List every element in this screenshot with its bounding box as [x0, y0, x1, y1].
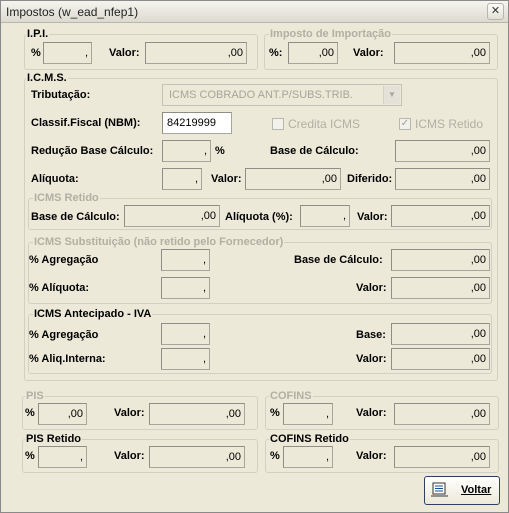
impostos-window: Impostos (w_ead_nfep1) ✕ I.P.I. % , Valo… [0, 0, 509, 513]
aliquota-input[interactable]: , [162, 168, 202, 190]
icms-retido-checkbox[interactable]: ✓ [399, 118, 411, 130]
antecipado-aliq-label: % Aliq.Interna: [29, 353, 106, 365]
credita-icms-label: Credita ICMS [288, 117, 361, 131]
chevron-down-icon[interactable]: ▼ [383, 86, 400, 104]
ipi-pct-input[interactable]: , [43, 42, 92, 64]
reducao-label: Redução Base Cálculo: [31, 145, 154, 157]
subst-agregacao-input[interactable]: , [161, 249, 210, 271]
tributacao-label: Tributação: [31, 89, 91, 101]
pis-retido-valor-label: Valor: [114, 450, 145, 462]
cofins-retido-valor-input[interactable]: ,00 [394, 446, 490, 468]
icms-retido-chk-label: ICMS Retido [415, 117, 484, 131]
reducao-input[interactable]: , [162, 140, 211, 162]
antecipado-base-label: Base: [356, 329, 386, 341]
reducao-pct-label: % [215, 145, 225, 157]
antecipado-valor-label: Valor: [356, 353, 387, 365]
ipi-pct-label: % [31, 47, 41, 59]
credita-icms-checkbox[interactable] [272, 118, 284, 130]
icms-title: I.C.M.S. [26, 72, 68, 84]
pis-retido-title: PIS Retido [25, 433, 83, 445]
icms-retido-title: ICMS Retido [33, 192, 100, 204]
cofins-valor-input[interactable]: ,00 [394, 403, 490, 425]
voltar-label: Voltar [461, 484, 492, 496]
retido-aliquota-input[interactable]: , [300, 205, 350, 227]
retido-base-input[interactable]: ,00 [124, 205, 220, 227]
pis-valor-label: Valor: [114, 407, 145, 419]
antecipado-aliq-input[interactable]: , [161, 348, 210, 370]
antecipado-agregacao-input[interactable]: , [161, 323, 210, 345]
retido-valor-input[interactable]: ,00 [391, 205, 490, 227]
cofins-pct-label: % [270, 407, 280, 419]
retido-base-label: Base de Cálculo: [31, 211, 120, 223]
tributacao-value: ICMS COBRADO ANT.P/SUBS.TRIB. [169, 89, 353, 101]
diferido-label: Diferido: [347, 173, 393, 185]
importacao-valor-input[interactable]: ,00 [394, 42, 490, 64]
retido-valor-label: Valor: [357, 211, 388, 223]
pis-retido-pct-label: % [25, 450, 35, 462]
antecipado-agregacao-label: % Agregação [29, 329, 99, 341]
cofins-retido-title: COFINS Retido [269, 433, 350, 445]
ipi-valor-input[interactable]: ,00 [145, 42, 247, 64]
tributacao-select[interactable]: ICMS COBRADO ANT.P/SUBS.TRIB. ▼ [162, 84, 402, 106]
document-list-icon [431, 482, 448, 497]
pis-retido-pct-input[interactable]: , [38, 446, 87, 468]
subst-aliquota-label: % Alíquota: [29, 282, 90, 294]
antecipado-base-input[interactable]: ,00 [391, 323, 490, 345]
retido-aliquota-label: Alíquota (%): [225, 211, 293, 223]
icms-base-input[interactable]: ,00 [395, 140, 490, 162]
subst-base-input[interactable]: ,00 [391, 249, 490, 271]
subst-base-label: Base de Cálculo: [294, 254, 383, 266]
diferido-input[interactable]: ,00 [395, 168, 490, 190]
subst-aliquota-input[interactable]: , [161, 277, 210, 299]
antecipado-valor-input[interactable]: ,00 [391, 348, 490, 370]
pis-pct-label: % [25, 407, 35, 419]
voltar-button[interactable]: Voltar [424, 476, 500, 505]
icms-subst-title: ICMS Substituição (não retido pelo Forne… [33, 236, 285, 248]
icms-valor-input[interactable]: ,00 [245, 168, 341, 190]
ipi-title: I.P.I. [26, 28, 50, 40]
aliquota-label: Alíquota: [31, 173, 79, 185]
icms-antecipado-title: ICMS Antecipado - IVA [33, 308, 153, 320]
importacao-title: Imposto de Importação [269, 28, 393, 40]
cofins-pct-input[interactable]: , [283, 403, 333, 425]
ipi-valor-label: Valor: [109, 47, 140, 59]
pis-valor-input[interactable]: ,00 [149, 403, 245, 425]
importacao-pct-input[interactable]: ,00 [288, 42, 338, 64]
pis-pct-input[interactable]: ,00 [38, 403, 87, 425]
title-bar: Impostos (w_ead_nfep1) ✕ [1, 1, 508, 23]
cofins-retido-pct-label: % [270, 450, 280, 462]
icms-base-label: Base de Cálculo: [270, 145, 359, 157]
cofins-retido-pct-input[interactable]: , [283, 446, 333, 468]
icms-valor-label: Valor: [211, 173, 242, 185]
subst-valor-input[interactable]: ,00 [391, 277, 490, 299]
classif-label: Classif.Fiscal (NBM): [31, 117, 141, 129]
importacao-valor-label: Valor: [353, 47, 384, 59]
window-title: Impostos (w_ead_nfep1) [6, 5, 139, 19]
pis-title: PIS [25, 390, 45, 402]
classif-input[interactable]: 84219999 [162, 112, 232, 134]
importacao-pct-label: %: [269, 47, 283, 59]
cofins-retido-valor-label: Valor: [356, 450, 387, 462]
pis-retido-valor-input[interactable]: ,00 [149, 446, 245, 468]
subst-valor-label: Valor: [356, 282, 387, 294]
cofins-title: COFINS [269, 390, 313, 402]
close-icon[interactable]: ✕ [487, 3, 504, 20]
cofins-valor-label: Valor: [356, 407, 387, 419]
subst-agregacao-label: % Agregação [29, 254, 99, 266]
